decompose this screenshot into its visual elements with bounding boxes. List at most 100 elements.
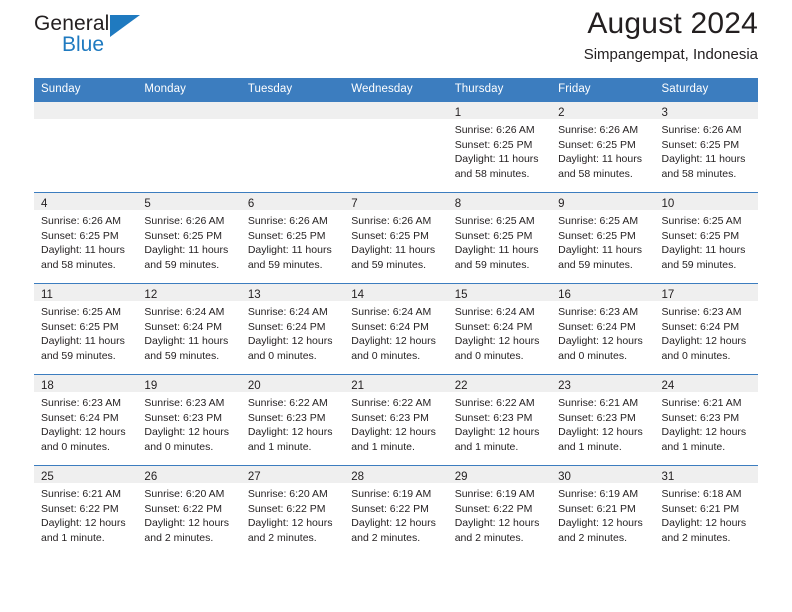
calendar-day-cell[interactable]: 13 Sunrise: 6:24 AM Sunset: 6:24 PM Dayligh…	[240, 283, 345, 375]
sunset-text: Sunset: 6:24 PM	[41, 411, 119, 424]
calendar-day-cell[interactable]: 29 Sunrise: 6:19 AM Sunset: 6:22 PM Dayligh…	[447, 465, 552, 556]
sunrise-text: Sunrise: 6:26 AM	[661, 124, 742, 136]
logo-triangle-icon	[110, 15, 140, 37]
sunrise-text: Sunrise: 6:26 AM	[41, 215, 121, 227]
weekday-header-friday: Friday	[551, 78, 655, 102]
calendar-day-cell[interactable]: 22 Sunrise: 6:22 AM Sunset: 6:23 PM Dayligh…	[447, 374, 552, 466]
daylight-text-line2: and 58 minutes.	[41, 258, 116, 271]
sunrise-text: Sunrise: 6:21 AM	[558, 397, 639, 409]
day-number-strip: 14	[344, 284, 448, 301]
calendar-day-cell[interactable]: 17 Sunrise: 6:23 AM Sunset: 6:24 PM Dayligh…	[654, 283, 758, 375]
day-number-strip: 19	[137, 375, 241, 392]
weekday-header-wednesday: Wednesday	[344, 78, 448, 102]
day-details: Sunrise: 6:26 AM Sunset: 6:25 PM Daylight:…	[448, 119, 551, 181]
sunrise-text: Sunrise: 6:26 AM	[144, 215, 225, 227]
day-details: Sunrise: 6:19 AM Sunset: 6:22 PM Daylight:…	[344, 483, 447, 545]
calendar-day-cell[interactable]: 3 Sunrise: 6:26 AM Sunset: 6:25 PM Daylight…	[654, 101, 758, 193]
weekday-header-saturday: Saturday	[654, 78, 758, 102]
day-number-strip: 16	[551, 284, 655, 301]
sunrise-text: Sunrise: 6:25 AM	[41, 306, 121, 318]
general-blue-logo: General Blue	[34, 12, 154, 62]
day-details: Sunrise: 6:21 AM Sunset: 6:23 PM Daylight:…	[655, 392, 758, 454]
calendar-day-cell[interactable]: 20 Sunrise: 6:22 AM Sunset: 6:23 PM Dayligh…	[240, 374, 345, 466]
calendar-day-cell[interactable]: 30 Sunrise: 6:19 AM Sunset: 6:21 PM Dayligh…	[551, 465, 655, 556]
calendar-day-cell-empty	[34, 101, 138, 193]
sunset-text: Sunset: 6:25 PM	[247, 229, 326, 242]
day-details: Sunrise: 6:25 AM Sunset: 6:25 PM Daylight:…	[34, 301, 137, 363]
daylight-text-line1: Daylight: 11 hours	[661, 244, 746, 257]
calendar-day-cell[interactable]: 1 Sunrise: 6:26 AM Sunset: 6:25 PM Daylight…	[447, 101, 552, 193]
day-number: 8	[454, 198, 462, 210]
sunrise-text: Sunrise: 6:25 AM	[558, 215, 639, 227]
sunset-text: Sunset: 6:24 PM	[454, 320, 533, 333]
calendar-day-cell[interactable]: 14 Sunrise: 6:24 AM Sunset: 6:24 PM Dayligh…	[344, 283, 448, 375]
calendar-day-cell[interactable]: 11 Sunrise: 6:25 AM Sunset: 6:25 PM Dayligh…	[34, 283, 138, 375]
sunset-text: Sunset: 6:24 PM	[661, 320, 740, 333]
daylight-text-line1: Daylight: 12 hours	[41, 517, 126, 530]
calendar-day-cell[interactable]: 7 Sunrise: 6:26 AM Sunset: 6:25 PM Daylight…	[344, 192, 448, 284]
calendar-day-cell[interactable]: 2 Sunrise: 6:26 AM Sunset: 6:25 PM Daylight…	[551, 101, 655, 193]
calendar-day-cell[interactable]: 12 Sunrise: 6:24 AM Sunset: 6:24 PM Dayligh…	[137, 283, 241, 375]
day-details: Sunrise: 6:25 AM Sunset: 6:25 PM Daylight:…	[448, 210, 551, 272]
day-number: 16	[558, 289, 571, 301]
day-details: Sunrise: 6:26 AM Sunset: 6:25 PM Daylight:…	[34, 210, 137, 272]
calendar-day-cell[interactable]: 21 Sunrise: 6:22 AM Sunset: 6:23 PM Dayligh…	[344, 374, 448, 466]
calendar-day-cell[interactable]: 28 Sunrise: 6:19 AM Sunset: 6:22 PM Dayligh…	[344, 465, 448, 556]
sunset-text: Sunset: 6:23 PM	[144, 411, 223, 424]
daylight-text-line2: and 2 minutes.	[144, 531, 214, 544]
day-number-strip: 20	[240, 375, 345, 392]
day-details: Sunrise: 6:20 AM Sunset: 6:22 PM Daylight:…	[137, 483, 240, 545]
daylight-text-line2: and 2 minutes.	[661, 531, 731, 544]
sunset-text: Sunset: 6:25 PM	[454, 138, 533, 151]
day-number-strip: 27	[240, 466, 345, 483]
daylight-text-line2: and 2 minutes.	[454, 531, 524, 544]
weekday-header-thursday: Thursday	[447, 78, 552, 102]
day-number: 3	[661, 107, 668, 119]
day-details: Sunrise: 6:19 AM Sunset: 6:22 PM Daylight:…	[448, 483, 551, 545]
calendar-day-cell[interactable]: 24 Sunrise: 6:21 AM Sunset: 6:23 PM Dayligh…	[654, 374, 758, 466]
day-number: 7	[351, 198, 358, 210]
day-number-strip	[240, 102, 345, 119]
calendar-day-cell[interactable]: 31 Sunrise: 6:18 AM Sunset: 6:21 PM Dayligh…	[654, 465, 758, 556]
weekday-header-sunday: Sunday	[34, 78, 138, 102]
day-details: Sunrise: 6:21 AM Sunset: 6:23 PM Daylight:…	[551, 392, 654, 454]
sunset-text: Sunset: 6:25 PM	[144, 229, 223, 242]
calendar-day-cell[interactable]: 8 Sunrise: 6:25 AM Sunset: 6:25 PM Daylight…	[447, 192, 552, 284]
calendar-day-cell[interactable]: 16 Sunrise: 6:23 AM Sunset: 6:24 PM Dayligh…	[551, 283, 655, 375]
calendar-day-cell[interactable]: 10 Sunrise: 6:25 AM Sunset: 6:25 PM Dayligh…	[654, 192, 758, 284]
day-number: 17	[661, 289, 675, 301]
sunset-text: Sunset: 6:25 PM	[661, 138, 740, 151]
day-number: 13	[247, 289, 261, 301]
calendar-day-cell[interactable]: 9 Sunrise: 6:25 AM Sunset: 6:25 PM Daylight…	[551, 192, 655, 284]
calendar-day-cell[interactable]: 4 Sunrise: 6:26 AM Sunset: 6:25 PM Daylight…	[34, 192, 138, 284]
daylight-text-line2: and 59 minutes.	[661, 258, 737, 271]
calendar-day-cell[interactable]: 15 Sunrise: 6:24 AM Sunset: 6:24 PM Dayligh…	[447, 283, 552, 375]
calendar-day-cell[interactable]: 19 Sunrise: 6:23 AM Sunset: 6:23 PM Dayligh…	[137, 374, 241, 466]
daylight-text-line1: Daylight: 12 hours	[661, 426, 747, 439]
daylight-text-line1: Daylight: 11 hours	[454, 153, 539, 166]
daylight-text-line2: and 0 minutes.	[144, 440, 214, 453]
sunset-text: Sunset: 6:23 PM	[558, 411, 636, 424]
day-number: 26	[144, 471, 158, 483]
day-number: 2	[558, 107, 565, 119]
sunrise-text: Sunrise: 6:26 AM	[454, 124, 535, 136]
sunset-text: Sunset: 6:24 PM	[144, 320, 223, 333]
day-details: Sunrise: 6:25 AM Sunset: 6:25 PM Daylight:…	[551, 210, 654, 272]
calendar-day-cell[interactable]: 25 Sunrise: 6:21 AM Sunset: 6:22 PM Dayligh…	[34, 465, 138, 556]
daylight-text-line2: and 59 minutes.	[41, 349, 116, 362]
day-number-strip: 10	[654, 193, 758, 210]
day-number: 31	[661, 471, 675, 483]
calendar-day-cell[interactable]: 5 Sunrise: 6:26 AM Sunset: 6:25 PM Daylight…	[137, 192, 241, 284]
day-details: Sunrise: 6:21 AM Sunset: 6:22 PM Daylight:…	[34, 483, 137, 545]
daylight-text-line2: and 58 minutes.	[661, 167, 737, 180]
sunrise-text: Sunrise: 6:22 AM	[454, 397, 535, 409]
calendar-day-cell[interactable]: 27 Sunrise: 6:20 AM Sunset: 6:22 PM Dayligh…	[240, 465, 345, 556]
daylight-text-line1: Daylight: 11 hours	[41, 335, 125, 348]
calendar-day-cell[interactable]: 26 Sunrise: 6:20 AM Sunset: 6:22 PM Dayligh…	[137, 465, 241, 556]
calendar-day-cell[interactable]: 23 Sunrise: 6:21 AM Sunset: 6:23 PM Dayligh…	[551, 374, 655, 466]
sunrise-text: Sunrise: 6:18 AM	[661, 488, 742, 500]
day-number: 1	[454, 107, 462, 119]
day-number-strip: 25	[34, 466, 138, 483]
calendar-day-cell[interactable]: 6 Sunrise: 6:26 AM Sunset: 6:25 PM Daylight…	[240, 192, 345, 284]
calendar-day-cell[interactable]: 18 Sunrise: 6:23 AM Sunset: 6:24 PM Dayligh…	[34, 374, 138, 466]
